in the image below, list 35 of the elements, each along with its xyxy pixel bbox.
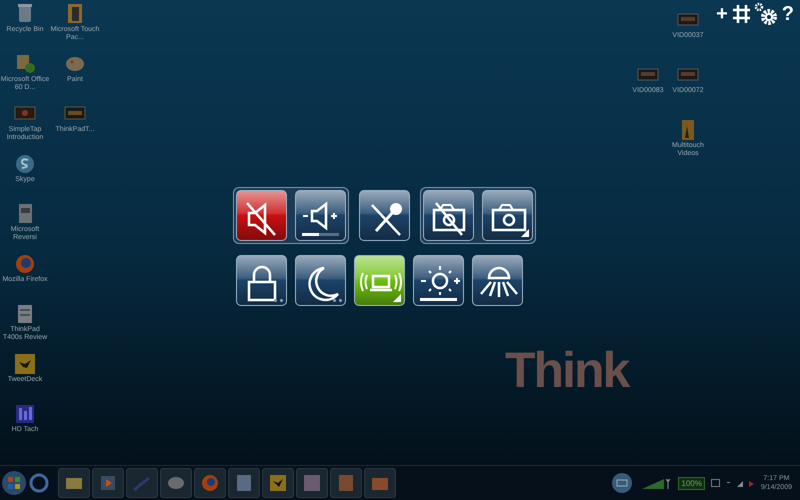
- taskbar-button[interactable]: [92, 468, 124, 498]
- control-tile[interactable]: [295, 255, 346, 306]
- taskbar-button[interactable]: [160, 468, 192, 498]
- control-tile[interactable]: [472, 255, 523, 306]
- gears-icon[interactable]: [754, 2, 778, 26]
- control-tile[interactable]: [413, 255, 464, 306]
- taskbar-button[interactable]: [364, 468, 396, 498]
- control-tile[interactable]: [295, 190, 346, 241]
- taskbar-button[interactable]: [228, 468, 260, 498]
- control-tile[interactable]: [354, 255, 405, 306]
- taskbar-button[interactable]: [330, 468, 362, 498]
- taskbar-button[interactable]: [194, 468, 226, 498]
- bird-icon: [267, 472, 289, 494]
- bird-icon[interactable]: [13, 352, 37, 376]
- network-icon[interactable]: [610, 471, 634, 495]
- control-tile[interactable]: [482, 190, 533, 241]
- add-button[interactable]: +: [716, 3, 728, 25]
- taskbar-button[interactable]: [262, 468, 294, 498]
- control-tile[interactable]: [236, 190, 287, 241]
- think-logo: Think: [505, 345, 628, 395]
- grid-chart-icon[interactable]: [13, 402, 37, 426]
- start-orb-icon[interactable]: [0, 469, 28, 497]
- help-button[interactable]: ?: [782, 3, 794, 25]
- battery-level: 100%: [678, 476, 705, 490]
- taskbar-button[interactable]: [58, 468, 90, 498]
- tray-icon[interactable]: [726, 478, 755, 488]
- globe-icon: [199, 472, 221, 494]
- globe-icon: [28, 472, 50, 494]
- control-tile[interactable]: [359, 190, 410, 241]
- globe-icon[interactable]: [13, 252, 37, 276]
- control-tile[interactable]: [423, 190, 474, 241]
- control-tile[interactable]: [236, 255, 287, 306]
- taskbar-button[interactable]: [296, 468, 328, 498]
- grid-icon[interactable]: [732, 4, 750, 24]
- letter-s-icon[interactable]: [13, 152, 37, 176]
